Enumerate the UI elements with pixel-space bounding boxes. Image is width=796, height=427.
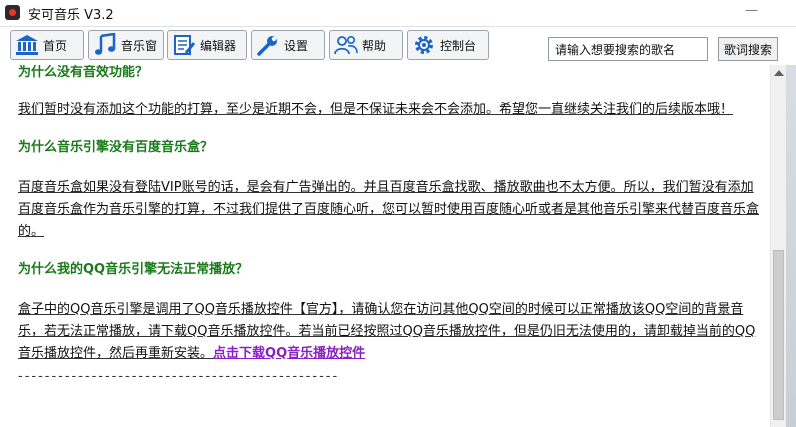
window-title: 安可音乐 V3.2 — [28, 8, 114, 23]
faq-question: 为什么音乐引擎没有百度音乐盒？ — [18, 140, 214, 155]
tab-help-label: 帮助 — [362, 38, 387, 53]
tab-settings[interactable]: 设置 — [251, 30, 325, 60]
divider: ----------------------------------------… — [18, 369, 340, 384]
tab-editor[interactable]: 编辑器 — [167, 30, 247, 60]
app-logo-icon — [5, 5, 20, 20]
tab-editor-label: 编辑器 — [200, 38, 237, 53]
faq-question: 为什么我的QQ音乐引擎无法正常播放？ — [18, 262, 249, 277]
song-search-input[interactable] — [548, 37, 708, 61]
tab-music-window[interactable]: 音乐窗 — [88, 30, 164, 60]
tab-music-window-label: 音乐窗 — [121, 38, 158, 53]
editor-icon — [171, 32, 197, 58]
wrench-icon — [255, 32, 281, 58]
faq-answer: 我们暂时没有添加这个功能的打算，至少是近期不会，但是不保证未来会不会添加。希望您… — [18, 102, 734, 117]
music-note-icon — [92, 32, 118, 58]
scrollbar-thumb[interactable] — [773, 250, 784, 420]
faq-question: 为什么没有音效功能？ — [18, 65, 149, 80]
tab-home-label: 首页 — [43, 38, 68, 53]
faq-answer: 盒子中的QQ音乐引擎是调用了QQ音乐播放控件【官方】，请确认您在访问其他QQ空间… — [18, 299, 762, 365]
tab-help[interactable]: 帮助 — [329, 30, 403, 60]
minimize-icon[interactable]: — — [745, 3, 758, 18]
download-qq-player-link[interactable]: 点击下载QQ音乐播放控件 — [213, 346, 365, 361]
tab-console[interactable]: 控制台 — [407, 30, 489, 60]
vertical-scrollbar[interactable] — [770, 65, 787, 427]
people-icon — [333, 32, 359, 58]
title-bar: 安可音乐 V3.2 — — [0, 0, 796, 27]
tab-settings-label: 设置 — [284, 38, 309, 53]
scroll-up-icon[interactable] — [774, 70, 784, 76]
toolbar: 首页 音乐窗 编辑器 设置 帮助 控制台 歌词搜索 — [0, 27, 796, 65]
lyrics-search-button[interactable]: 歌词搜索 — [718, 37, 778, 61]
gear-icon — [411, 32, 437, 58]
faq-content: 为什么没有音效功能？ 我们暂时没有添加这个功能的打算，至少是近期不会，但是不保证… — [0, 65, 770, 427]
tab-console-label: 控制台 — [440, 38, 477, 53]
bank-home-icon — [14, 32, 40, 58]
faq-answer: 百度音乐盒如果没有登陆VIP账号的话，是会有广告弹出的。并且百度音乐盒找歌、播放… — [18, 180, 760, 239]
tab-home[interactable]: 首页 — [10, 30, 84, 60]
window-edge — [786, 65, 796, 427]
faq-answer-text: 盒子中的QQ音乐引擎是调用了QQ音乐播放控件【官方】，请确认您在访问其他QQ空间… — [18, 302, 756, 361]
